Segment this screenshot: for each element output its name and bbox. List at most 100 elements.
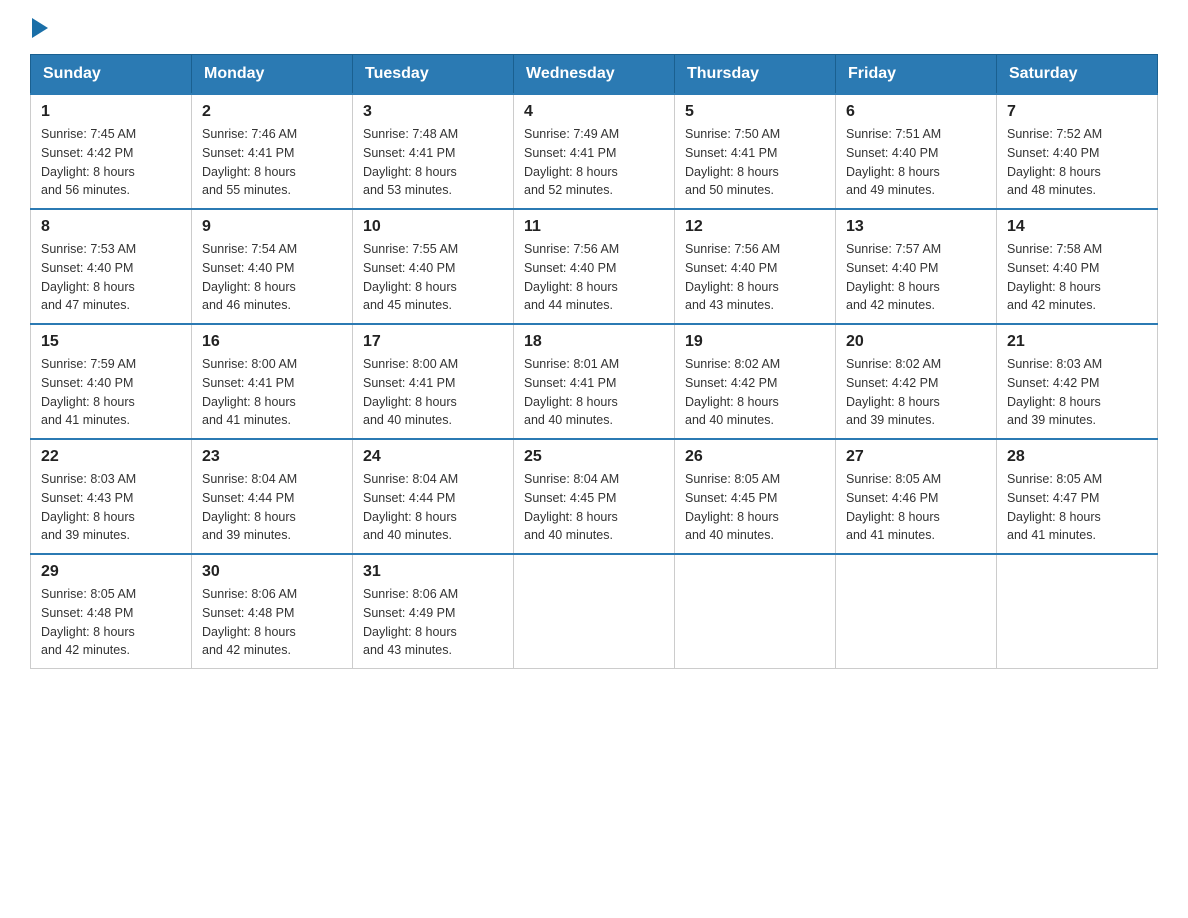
day-number: 28 [1007, 448, 1147, 466]
weekday-header-thursday: Thursday [675, 55, 836, 95]
weekday-header-saturday: Saturday [997, 55, 1158, 95]
weekday-header-row: SundayMondayTuesdayWednesdayThursdayFrid… [31, 55, 1158, 95]
day-number: 22 [41, 448, 181, 466]
day-number: 31 [363, 563, 503, 581]
calendar-cell: 1 Sunrise: 7:45 AMSunset: 4:42 PMDayligh… [31, 94, 192, 209]
calendar-cell: 4 Sunrise: 7:49 AMSunset: 4:41 PMDayligh… [514, 94, 675, 209]
calendar-cell: 27 Sunrise: 8:05 AMSunset: 4:46 PMDaylig… [836, 439, 997, 554]
day-number: 24 [363, 448, 503, 466]
day-info: Sunrise: 8:02 AMSunset: 4:42 PMDaylight:… [685, 355, 825, 430]
day-info: Sunrise: 8:05 AMSunset: 4:48 PMDaylight:… [41, 585, 181, 660]
week-row-4: 22 Sunrise: 8:03 AMSunset: 4:43 PMDaylig… [31, 439, 1158, 554]
day-info: Sunrise: 7:53 AMSunset: 4:40 PMDaylight:… [41, 240, 181, 315]
day-info: Sunrise: 7:58 AMSunset: 4:40 PMDaylight:… [1007, 240, 1147, 315]
calendar-cell [836, 554, 997, 669]
day-number: 10 [363, 218, 503, 236]
calendar-cell: 2 Sunrise: 7:46 AMSunset: 4:41 PMDayligh… [192, 94, 353, 209]
day-number: 5 [685, 103, 825, 121]
day-info: Sunrise: 7:45 AMSunset: 4:42 PMDaylight:… [41, 125, 181, 200]
page-header [30, 20, 1158, 34]
day-info: Sunrise: 8:06 AMSunset: 4:48 PMDaylight:… [202, 585, 342, 660]
day-number: 27 [846, 448, 986, 466]
calendar-cell: 25 Sunrise: 8:04 AMSunset: 4:45 PMDaylig… [514, 439, 675, 554]
day-number: 15 [41, 333, 181, 351]
day-info: Sunrise: 8:00 AMSunset: 4:41 PMDaylight:… [363, 355, 503, 430]
calendar-cell: 19 Sunrise: 8:02 AMSunset: 4:42 PMDaylig… [675, 324, 836, 439]
calendar-cell: 28 Sunrise: 8:05 AMSunset: 4:47 PMDaylig… [997, 439, 1158, 554]
weekday-header-sunday: Sunday [31, 55, 192, 95]
day-info: Sunrise: 8:04 AMSunset: 4:44 PMDaylight:… [363, 470, 503, 545]
day-number: 7 [1007, 103, 1147, 121]
day-number: 2 [202, 103, 342, 121]
calendar-cell: 17 Sunrise: 8:00 AMSunset: 4:41 PMDaylig… [353, 324, 514, 439]
day-info: Sunrise: 8:04 AMSunset: 4:44 PMDaylight:… [202, 470, 342, 545]
calendar-cell: 21 Sunrise: 8:03 AMSunset: 4:42 PMDaylig… [997, 324, 1158, 439]
day-info: Sunrise: 8:03 AMSunset: 4:43 PMDaylight:… [41, 470, 181, 545]
calendar-cell: 29 Sunrise: 8:05 AMSunset: 4:48 PMDaylig… [31, 554, 192, 669]
calendar-cell [514, 554, 675, 669]
week-row-3: 15 Sunrise: 7:59 AMSunset: 4:40 PMDaylig… [31, 324, 1158, 439]
calendar-cell: 22 Sunrise: 8:03 AMSunset: 4:43 PMDaylig… [31, 439, 192, 554]
calendar-cell: 23 Sunrise: 8:04 AMSunset: 4:44 PMDaylig… [192, 439, 353, 554]
calendar-cell [675, 554, 836, 669]
day-info: Sunrise: 8:02 AMSunset: 4:42 PMDaylight:… [846, 355, 986, 430]
day-info: Sunrise: 7:59 AMSunset: 4:40 PMDaylight:… [41, 355, 181, 430]
calendar-cell: 8 Sunrise: 7:53 AMSunset: 4:40 PMDayligh… [31, 209, 192, 324]
calendar-cell [997, 554, 1158, 669]
logo-arrow-icon [32, 18, 48, 38]
calendar-cell: 6 Sunrise: 7:51 AMSunset: 4:40 PMDayligh… [836, 94, 997, 209]
calendar-cell: 16 Sunrise: 8:00 AMSunset: 4:41 PMDaylig… [192, 324, 353, 439]
day-info: Sunrise: 7:46 AMSunset: 4:41 PMDaylight:… [202, 125, 342, 200]
logo [30, 20, 48, 34]
day-info: Sunrise: 8:05 AMSunset: 4:47 PMDaylight:… [1007, 470, 1147, 545]
day-info: Sunrise: 7:56 AMSunset: 4:40 PMDaylight:… [524, 240, 664, 315]
calendar-cell: 15 Sunrise: 7:59 AMSunset: 4:40 PMDaylig… [31, 324, 192, 439]
day-info: Sunrise: 8:04 AMSunset: 4:45 PMDaylight:… [524, 470, 664, 545]
calendar-cell: 5 Sunrise: 7:50 AMSunset: 4:41 PMDayligh… [675, 94, 836, 209]
day-info: Sunrise: 7:50 AMSunset: 4:41 PMDaylight:… [685, 125, 825, 200]
day-number: 17 [363, 333, 503, 351]
calendar-cell: 24 Sunrise: 8:04 AMSunset: 4:44 PMDaylig… [353, 439, 514, 554]
day-number: 19 [685, 333, 825, 351]
day-number: 13 [846, 218, 986, 236]
week-row-2: 8 Sunrise: 7:53 AMSunset: 4:40 PMDayligh… [31, 209, 1158, 324]
calendar-cell: 10 Sunrise: 7:55 AMSunset: 4:40 PMDaylig… [353, 209, 514, 324]
day-info: Sunrise: 7:49 AMSunset: 4:41 PMDaylight:… [524, 125, 664, 200]
calendar-cell: 13 Sunrise: 7:57 AMSunset: 4:40 PMDaylig… [836, 209, 997, 324]
day-number: 3 [363, 103, 503, 121]
weekday-header-friday: Friday [836, 55, 997, 95]
day-number: 1 [41, 103, 181, 121]
calendar-cell: 26 Sunrise: 8:05 AMSunset: 4:45 PMDaylig… [675, 439, 836, 554]
day-number: 16 [202, 333, 342, 351]
day-number: 30 [202, 563, 342, 581]
day-info: Sunrise: 7:55 AMSunset: 4:40 PMDaylight:… [363, 240, 503, 315]
day-number: 18 [524, 333, 664, 351]
day-number: 29 [41, 563, 181, 581]
day-info: Sunrise: 7:48 AMSunset: 4:41 PMDaylight:… [363, 125, 503, 200]
calendar-cell: 11 Sunrise: 7:56 AMSunset: 4:40 PMDaylig… [514, 209, 675, 324]
week-row-1: 1 Sunrise: 7:45 AMSunset: 4:42 PMDayligh… [31, 94, 1158, 209]
day-number: 25 [524, 448, 664, 466]
day-number: 6 [846, 103, 986, 121]
day-info: Sunrise: 8:05 AMSunset: 4:46 PMDaylight:… [846, 470, 986, 545]
day-number: 4 [524, 103, 664, 121]
weekday-header-monday: Monday [192, 55, 353, 95]
day-number: 21 [1007, 333, 1147, 351]
calendar-cell: 14 Sunrise: 7:58 AMSunset: 4:40 PMDaylig… [997, 209, 1158, 324]
weekday-header-wednesday: Wednesday [514, 55, 675, 95]
calendar-cell: 31 Sunrise: 8:06 AMSunset: 4:49 PMDaylig… [353, 554, 514, 669]
day-info: Sunrise: 8:00 AMSunset: 4:41 PMDaylight:… [202, 355, 342, 430]
calendar-cell: 7 Sunrise: 7:52 AMSunset: 4:40 PMDayligh… [997, 94, 1158, 209]
day-number: 20 [846, 333, 986, 351]
day-info: Sunrise: 8:05 AMSunset: 4:45 PMDaylight:… [685, 470, 825, 545]
day-number: 23 [202, 448, 342, 466]
calendar-cell: 9 Sunrise: 7:54 AMSunset: 4:40 PMDayligh… [192, 209, 353, 324]
week-row-5: 29 Sunrise: 8:05 AMSunset: 4:48 PMDaylig… [31, 554, 1158, 669]
day-info: Sunrise: 8:01 AMSunset: 4:41 PMDaylight:… [524, 355, 664, 430]
day-info: Sunrise: 7:51 AMSunset: 4:40 PMDaylight:… [846, 125, 986, 200]
day-info: Sunrise: 8:03 AMSunset: 4:42 PMDaylight:… [1007, 355, 1147, 430]
calendar-cell: 20 Sunrise: 8:02 AMSunset: 4:42 PMDaylig… [836, 324, 997, 439]
day-info: Sunrise: 7:52 AMSunset: 4:40 PMDaylight:… [1007, 125, 1147, 200]
day-info: Sunrise: 7:56 AMSunset: 4:40 PMDaylight:… [685, 240, 825, 315]
day-number: 8 [41, 218, 181, 236]
